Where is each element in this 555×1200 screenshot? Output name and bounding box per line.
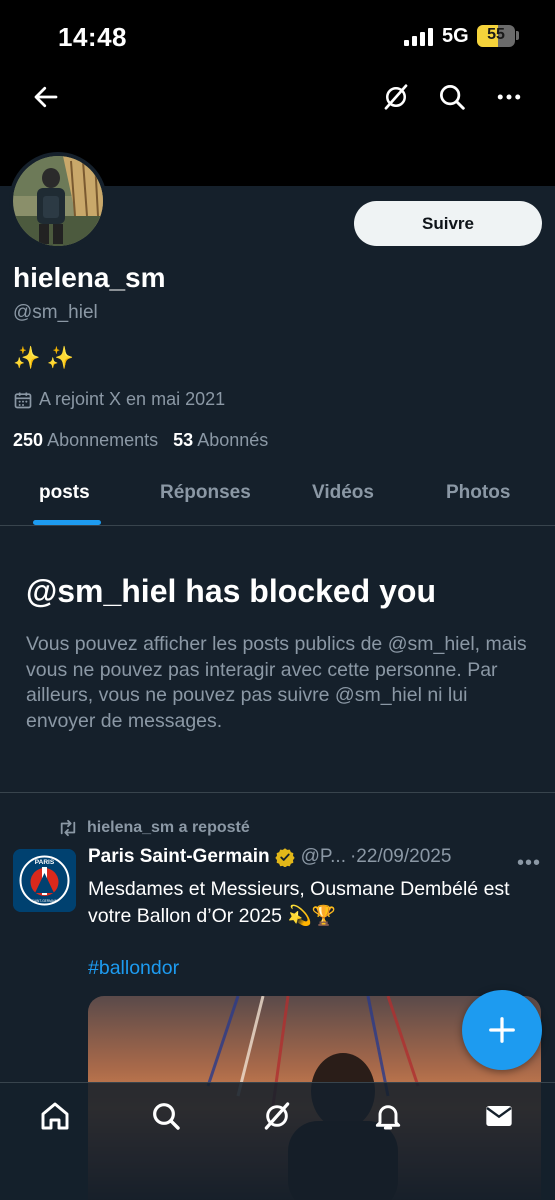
calendar-icon <box>14 392 32 408</box>
bottom-nav <box>0 1082 555 1200</box>
follow-stats: 250 Abonnements 53 Abonnés <box>13 430 268 451</box>
post-author[interactable]: Paris Saint-Germain <box>88 846 270 868</box>
psg-logo-icon: PARIS SAINT-GERMAIN <box>13 849 76 912</box>
more-horizontal-icon[interactable] <box>494 82 524 112</box>
following-label: Abonnements <box>47 430 159 450</box>
post-header: Paris Saint-Germain @P... ·22/09/2025 <box>88 846 451 868</box>
battery-tip <box>516 31 519 40</box>
following-count: 250 <box>13 430 44 450</box>
tab-indicator <box>33 520 101 525</box>
post-text: Mesdames et Messieurs, Ousmane Dembélé e… <box>88 878 510 927</box>
notifications-icon[interactable] <box>372 1100 404 1132</box>
following-link[interactable]: 250 Abonnements <box>13 430 158 450</box>
joined-text: A rejoint X en mai 2021 <box>39 389 226 409</box>
post-handle: @P... <box>300 846 346 867</box>
grok-icon[interactable] <box>261 1100 293 1132</box>
psg-logo-subtext: SAINT-GERMAIN <box>32 899 58 903</box>
psg-logo-text: PARIS <box>35 859 55 866</box>
home-icon[interactable] <box>39 1100 71 1132</box>
post-date: ·22/09/2025 <box>349 846 452 867</box>
display-name: hielena_sm <box>13 262 166 293</box>
compose-button[interactable] <box>462 990 542 1070</box>
tab-replies[interactable]: Réponses <box>160 482 251 504</box>
status-time: 14:48 <box>58 22 127 52</box>
repost-label: hielena_sm a reposté <box>87 819 250 836</box>
grok-icon[interactable] <box>381 82 411 112</box>
repost-icon <box>60 819 76 837</box>
signal-icon <box>404 28 434 46</box>
verified-badge-icon <box>274 848 295 867</box>
followers-label: Abonnés <box>197 430 269 450</box>
followers-count: 53 <box>173 430 194 450</box>
followers-link[interactable]: 53 Abonnés <box>173 430 268 450</box>
network-type: 5G <box>442 25 469 47</box>
divider <box>0 792 555 793</box>
profile-tabs: posts Réponses Vidéos Photos <box>0 466 555 526</box>
arrow-left-icon[interactable] <box>31 82 61 112</box>
messages-icon[interactable] <box>483 1100 515 1132</box>
tab-posts[interactable]: posts <box>39 482 90 504</box>
battery-icon: 55 <box>477 25 515 47</box>
post-more-icon[interactable]: ••• <box>517 852 541 875</box>
post-avatar[interactable]: PARIS SAINT-GERMAIN <box>13 849 76 912</box>
blocked-message: Vous pouvez afficher les posts publics d… <box>26 633 527 732</box>
avatar[interactable] <box>9 152 107 250</box>
tab-photos[interactable]: Photos <box>446 482 510 504</box>
blocked-title: @sm_hiel has blocked you <box>26 573 436 609</box>
repost-indicator: hielena_sm a reposté <box>57 819 250 837</box>
plus-icon <box>489 1017 515 1043</box>
battery-level: 55 <box>487 26 505 43</box>
post-hashtag[interactable]: #ballondor <box>88 957 179 980</box>
profile-handle: @sm_hiel <box>13 302 98 323</box>
tab-videos[interactable]: Vidéos <box>312 482 374 504</box>
search-icon[interactable] <box>150 1100 182 1132</box>
profile-bio: ✨ ✨ <box>13 345 74 370</box>
joined-date: A rejoint X en mai 2021 <box>13 389 225 410</box>
follow-button[interactable]: Suivre <box>354 201 542 246</box>
search-icon[interactable] <box>437 82 467 112</box>
avatar-photo <box>13 156 103 246</box>
